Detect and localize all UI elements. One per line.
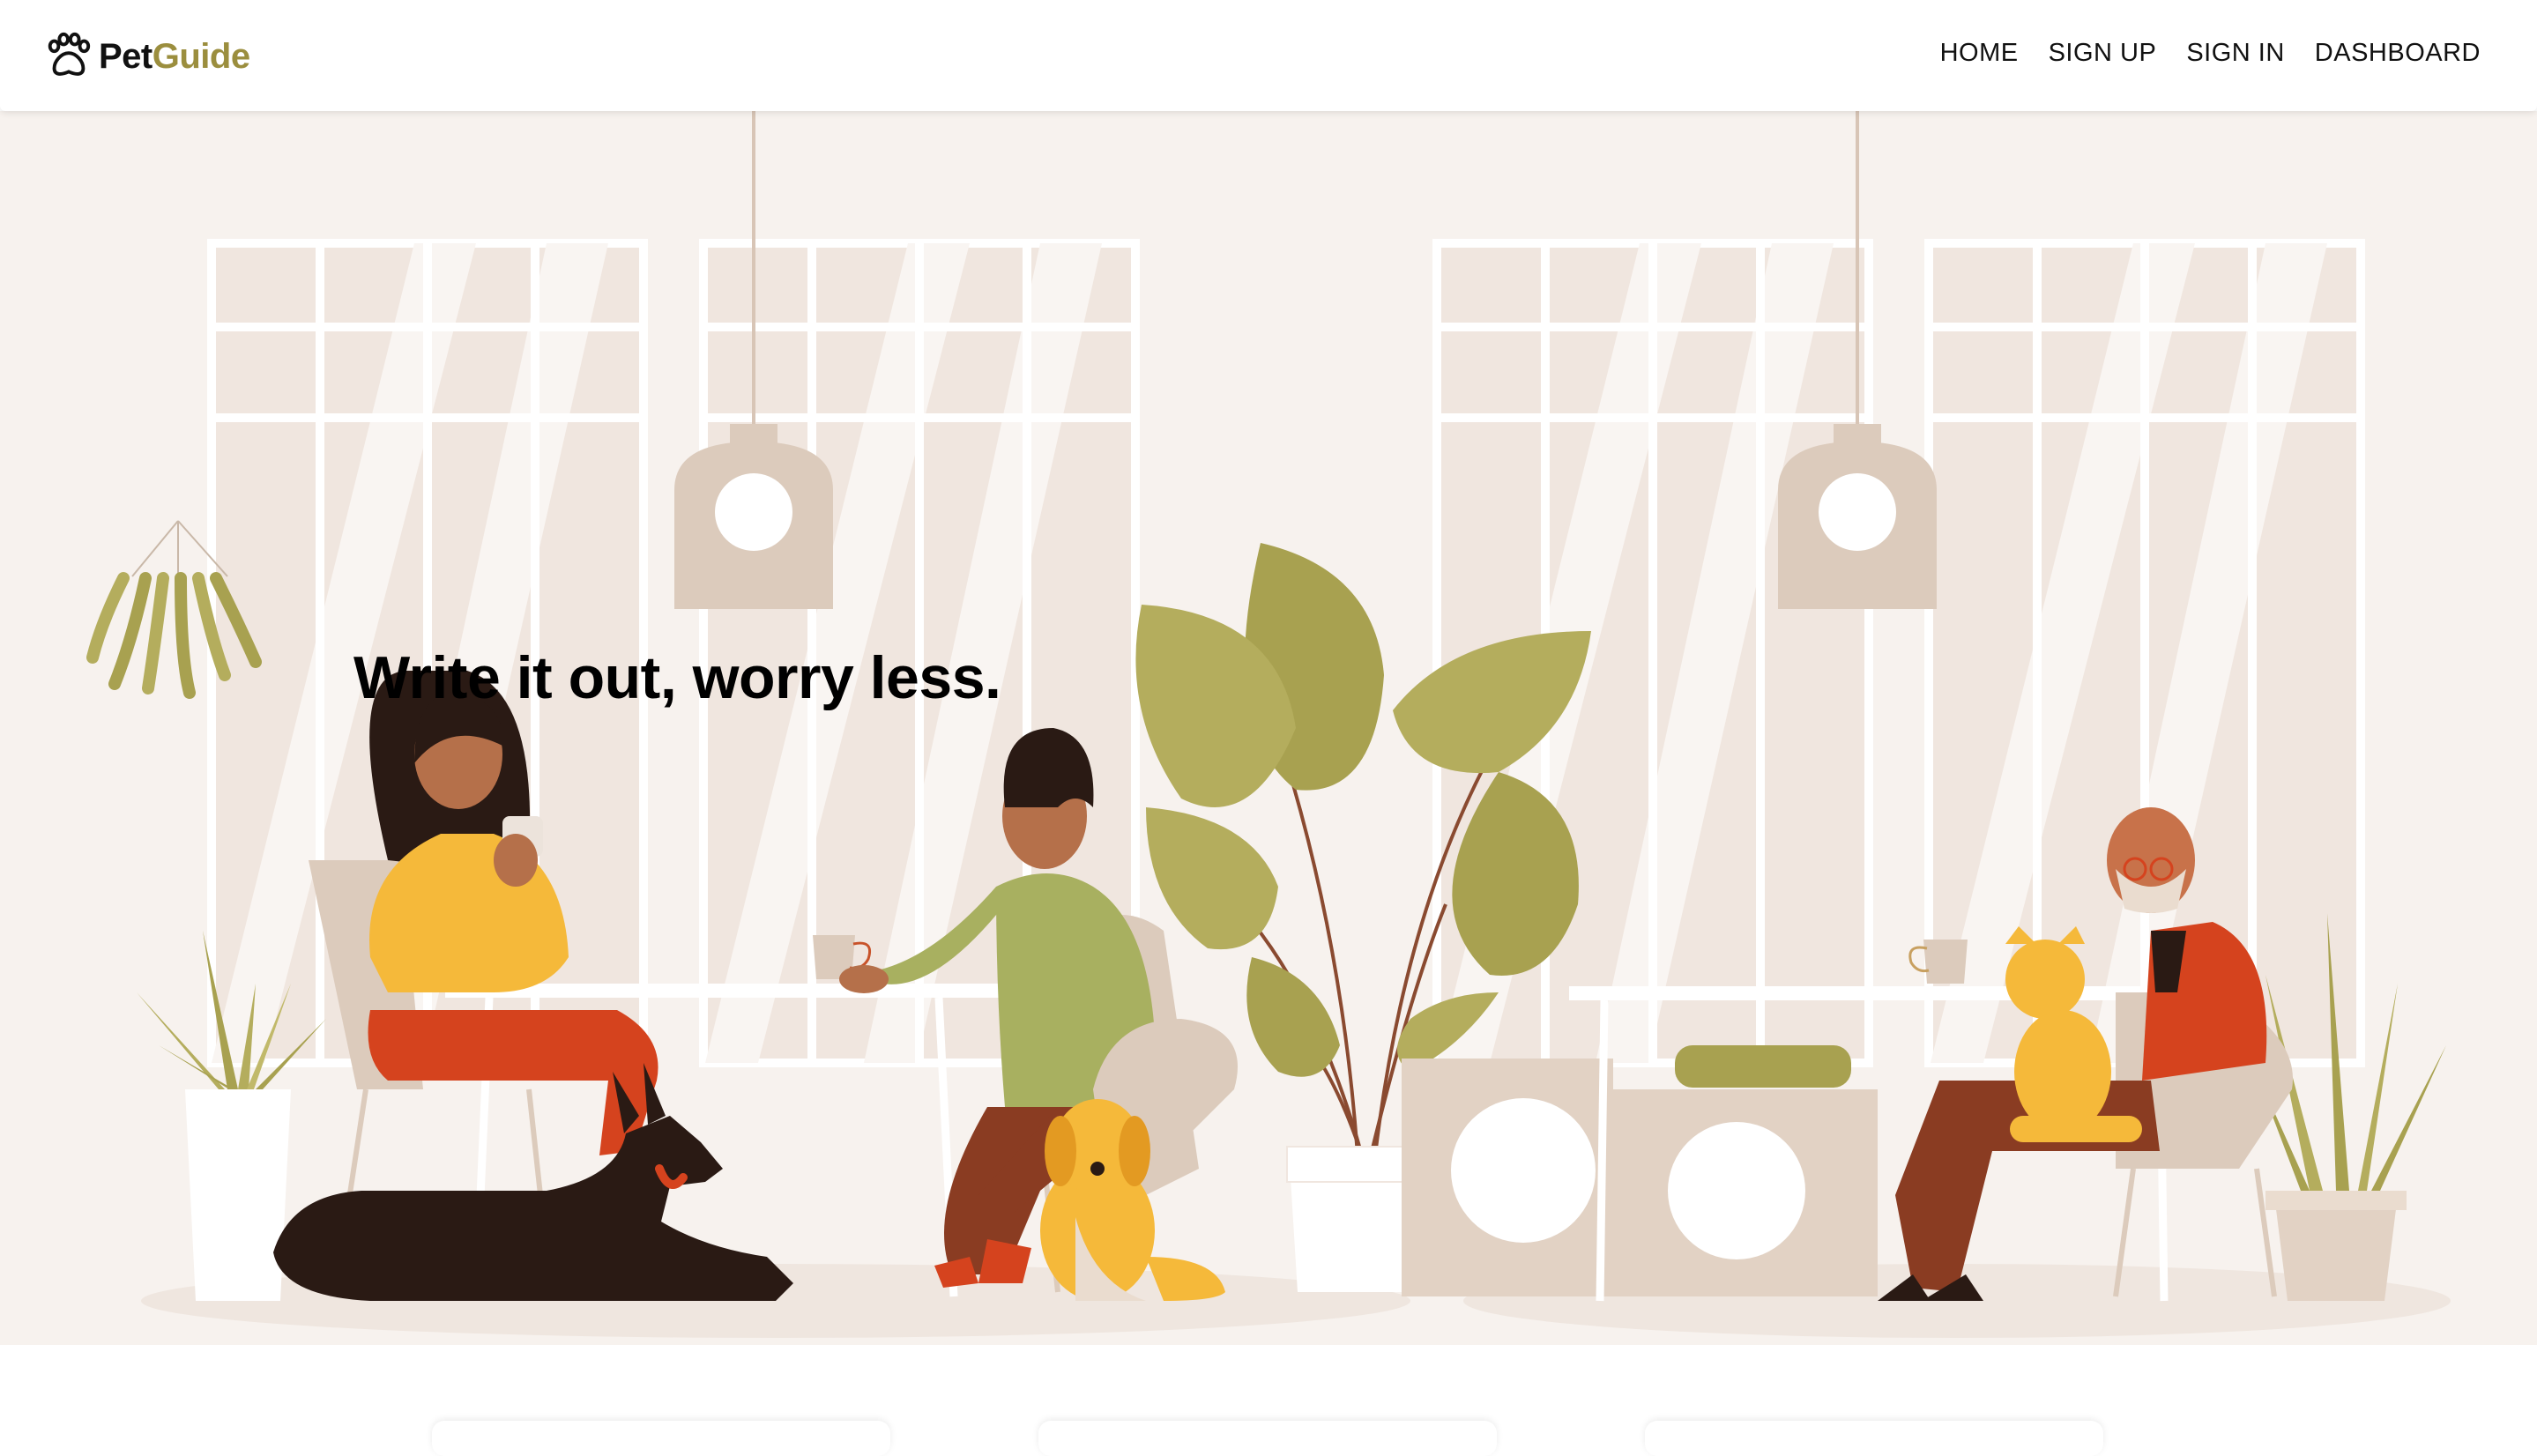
feature-card[interactable]: [432, 1421, 890, 1456]
hero-headline: Write it out, worry less.: [353, 644, 1001, 711]
paw-icon: [48, 32, 91, 76]
dog-golden-puppy: [1040, 1099, 1225, 1301]
feature-cards: [0, 1410, 2537, 1456]
brand-name-guide: Guide: [152, 36, 250, 76]
hero-illustration: [86, 111, 2451, 1338]
nav-link-sign-up[interactable]: SIGN UP: [2049, 39, 2157, 68]
nav-link-sign-in[interactable]: SIGN IN: [2186, 39, 2284, 68]
navbar: PetGuide HOME SIGN UP SIGN IN DASHBOARD: [0, 0, 2537, 111]
hero-section: Write it out, worry less.: [0, 111, 2537, 1345]
brand-name-pet: Pet: [99, 36, 153, 76]
feature-card[interactable]: [1038, 1421, 1497, 1456]
brand-logo[interactable]: PetGuide: [42, 30, 250, 83]
feature-card[interactable]: [1645, 1421, 2103, 1456]
nav-link-home[interactable]: HOME: [1940, 39, 2019, 68]
nav-links: HOME SIGN UP SIGN IN DASHBOARD: [1940, 39, 2481, 68]
brand-name: PetGuide: [99, 37, 250, 77]
nav-link-dashboard[interactable]: DASHBOARD: [2315, 39, 2481, 68]
speaker-boxes: [1402, 1045, 1878, 1296]
window-4: [1924, 239, 2365, 1067]
